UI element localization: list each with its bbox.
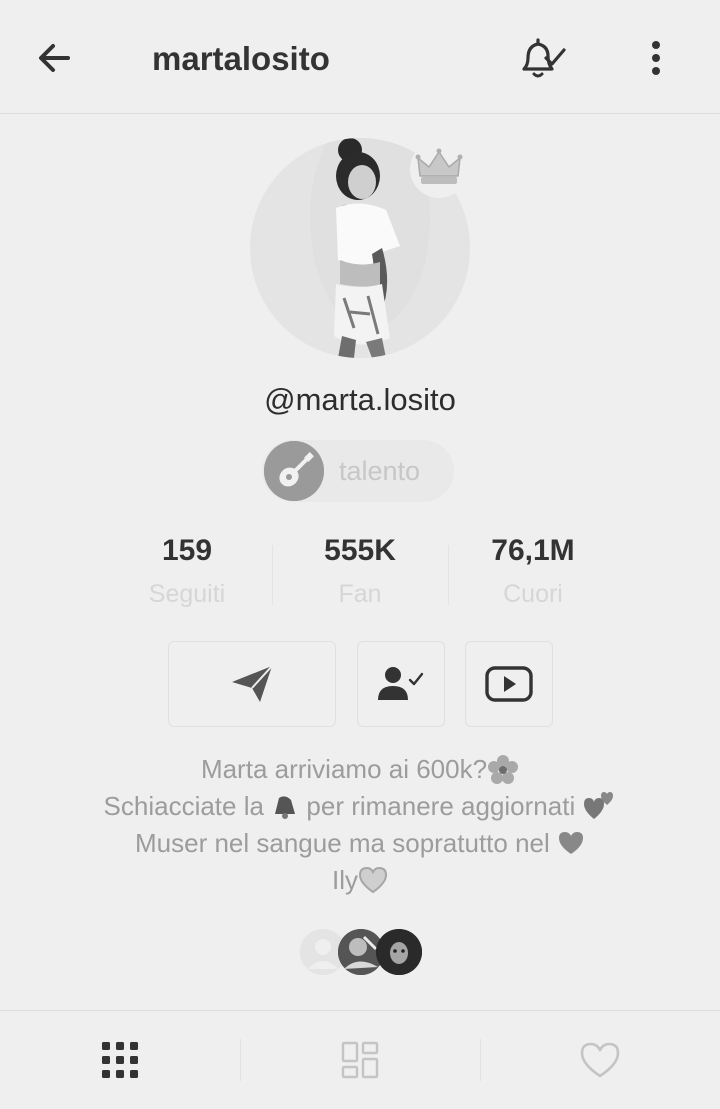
talent-icon-circle [264,441,324,501]
bio-line-4: Ily [0,865,720,896]
bio-text: Schiacciate la [103,791,272,821]
notification-toggle-button[interactable] [518,36,570,82]
stat-value: 76,1M [491,534,575,567]
page-title: martalosito [152,40,330,77]
more-vertical-icon [652,41,660,75]
profile-handle: @marta.losito [264,382,456,417]
content-tab-bar [0,1010,720,1108]
tab-liked[interactable] [480,1011,720,1109]
avatar-photo [376,929,422,975]
tab-videos[interactable] [0,1011,240,1109]
send-icon [232,665,273,702]
grid-icon [102,1042,138,1078]
tab-duets[interactable] [240,1011,480,1109]
heart-outline-emoji-icon [358,866,388,894]
two-hearts-emoji-icon [584,792,614,819]
stat-hearts[interactable]: 76,1M Cuori [443,534,623,609]
bell-emoji-icon [275,796,296,819]
bio-text: Ily [332,865,358,895]
duet-grid-icon [341,1041,379,1079]
back-button[interactable] [34,38,74,78]
crown-icon [415,148,463,184]
bio-line-3: Muser nel sangue ma sopratutto nel [0,828,720,859]
bio-line-1: Marta arriviamo ai 600k? [0,754,720,785]
bio-line-2: Schiacciate la per rimanere aggiornati [0,791,720,822]
heart-icon [580,1042,620,1078]
bio-text: Muser nel sangue ma sopratutto nel [134,828,558,858]
following-button[interactable] [357,641,445,727]
stat-fans[interactable]: 555K Fan [270,534,450,609]
youtube-button[interactable] [465,641,553,727]
bell-check-icon [522,38,566,78]
talent-label: talento [339,456,421,486]
heart-emoji-icon [559,832,584,854]
talent-badge[interactable]: talento [262,440,454,502]
youtube-icon [485,666,533,702]
stat-label: Seguiti [148,580,226,608]
bio-text: Marta arriviamo ai 600k? [200,754,488,784]
stat-label: Cuori [503,580,563,608]
crown-badge [410,140,468,198]
message-button[interactable] [168,641,336,727]
stat-value: 159 [161,534,213,567]
more-options-button[interactable] [640,38,672,80]
flower-emoji-icon [488,755,519,784]
stat-following[interactable]: 159 Seguiti [97,534,277,609]
stat-value: 555K [324,534,396,567]
user-following-icon [378,667,424,700]
top-bar: martalosito [0,0,720,114]
follower-avatar[interactable] [376,929,422,975]
bio-text: per rimanere aggiornati [299,791,583,821]
guitar-icon [264,441,324,501]
stat-label: Fan [338,580,382,608]
arrow-left-icon [39,44,70,72]
